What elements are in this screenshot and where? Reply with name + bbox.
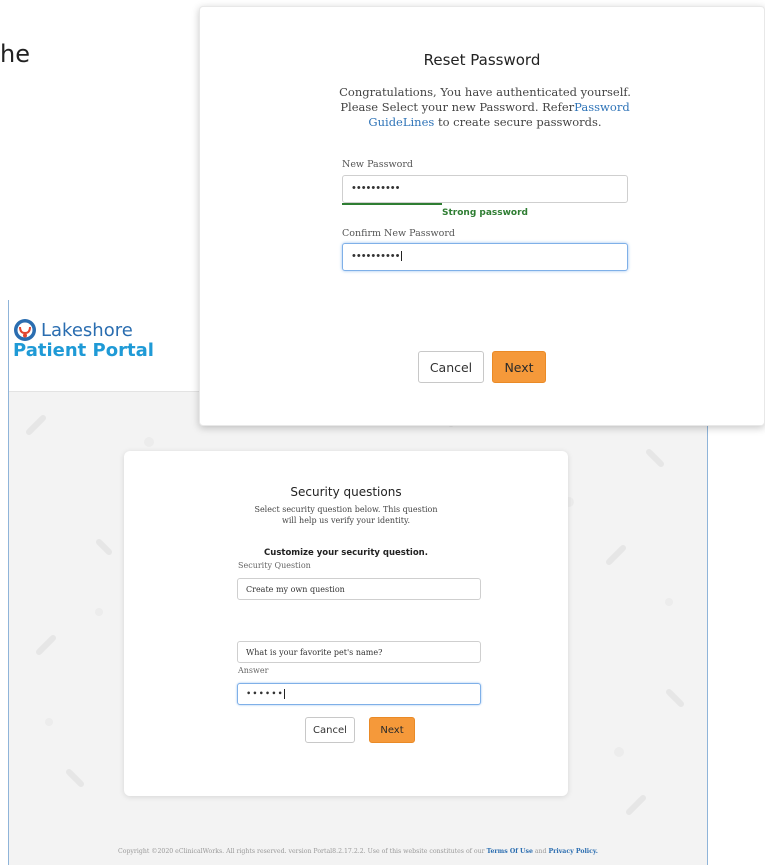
security-questions-title: Security questions <box>290 485 402 499</box>
reset-cancel-button[interactable]: Cancel <box>418 351 484 383</box>
security-next-button[interactable]: Next <box>369 717 415 743</box>
reset-next-button[interactable]: Next <box>492 351 546 383</box>
answer-input[interactable]: •••••• <box>237 683 481 705</box>
background-text-fragment: he <box>0 40 30 68</box>
security-questions-description: Select security question below. This que… <box>254 505 438 525</box>
security-questions-card: Security questions Select security quest… <box>124 451 568 796</box>
reset-password-message: Congratulations, You have authenticated … <box>335 85 635 130</box>
and-text: and <box>534 848 547 855</box>
security-cancel-button[interactable]: Cancel <box>305 717 355 743</box>
logo-stethoscope-icon <box>14 319 36 341</box>
new-password-label: New Password <box>342 159 413 170</box>
password-strength-text: Strong password <box>442 208 528 218</box>
confirm-password-value: •••••••••• <box>352 250 401 262</box>
custom-question-input[interactable]: What is your favorite pet's name? <box>237 641 481 663</box>
password-strength-bar <box>342 203 442 205</box>
security-question-select[interactable]: Create my own question <box>237 578 481 600</box>
reset-message-part2: to create secure passwords. <box>434 115 602 129</box>
copyright-footer: Copyright ©2020 eClinicalWorks. All righ… <box>9 848 707 855</box>
privacy-policy-link[interactable]: Privacy Policy. <box>548 848 598 855</box>
text-caret <box>400 251 402 262</box>
terms-of-use-link[interactable]: Terms Of Use <box>487 848 533 855</box>
text-caret <box>283 689 285 699</box>
confirm-password-input[interactable]: •••••••••• <box>342 243 628 271</box>
answer-label: Answer <box>238 666 269 675</box>
customize-question-heading: Customize your security question. <box>264 548 428 558</box>
reset-password-title: Reset Password <box>423 51 541 69</box>
reset-password-dialog: Reset Password Congratulations, You have… <box>199 6 765 426</box>
confirm-password-label: Confirm New Password <box>342 228 455 239</box>
portal-logo[interactable]: Lakeshore Patient Portal <box>13 318 154 361</box>
copyright-text: Copyright ©2020 eClinicalWorks. All righ… <box>118 848 485 855</box>
answer-value: •••••• <box>246 689 284 700</box>
logo-text-patient-portal: Patient Portal <box>13 340 154 361</box>
security-question-label: Security Question <box>238 561 311 570</box>
logo-text-lakeshore: Lakeshore <box>41 319 133 341</box>
new-password-input[interactable]: •••••••••• <box>342 175 628 203</box>
